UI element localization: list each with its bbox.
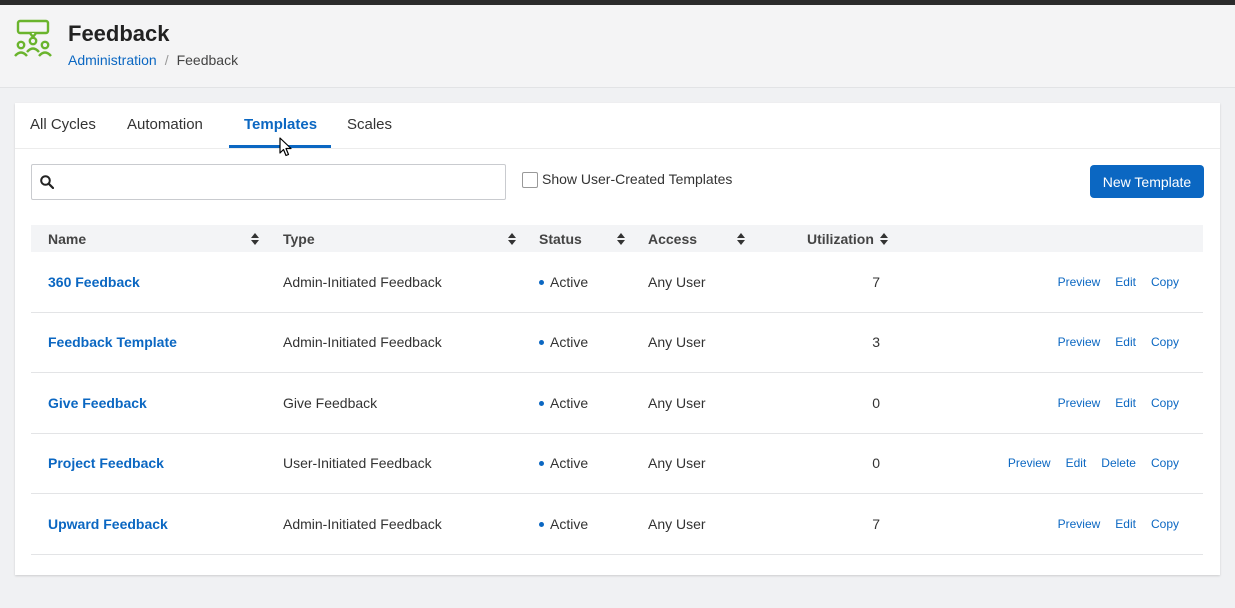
sort-icon[interactable]: [737, 233, 745, 245]
edit-link[interactable]: Edit: [1115, 335, 1136, 349]
template-name-link[interactable]: Project Feedback: [48, 455, 164, 471]
feedback-people-icon: [14, 19, 52, 57]
search-input[interactable]: [62, 165, 502, 201]
template-utilization: 0: [872, 455, 880, 471]
page-title: Feedback: [68, 21, 170, 46]
row-actions: Preview Edit Copy: [1043, 396, 1179, 410]
template-access: Any User: [648, 516, 706, 532]
show-user-created-label[interactable]: Show User-Created Templates: [542, 171, 732, 187]
breadcrumb: Administration / Feedback: [68, 52, 238, 68]
template-name-link[interactable]: Feedback Template: [48, 334, 177, 350]
template-access: Any User: [648, 455, 706, 471]
row-actions: Preview Edit Copy: [1043, 335, 1179, 349]
template-name-link[interactable]: Upward Feedback: [48, 516, 168, 532]
column-header-status[interactable]: Status: [539, 231, 582, 247]
column-header-utilization[interactable]: Utilization: [807, 231, 874, 247]
edit-link[interactable]: Edit: [1115, 396, 1136, 410]
template-type: Give Feedback: [283, 395, 378, 411]
template-utilization: 0: [872, 395, 880, 411]
copy-link[interactable]: Copy: [1151, 456, 1179, 470]
search-icon: [40, 175, 54, 189]
edit-link[interactable]: Edit: [1115, 275, 1136, 289]
status-label: Active: [550, 455, 589, 471]
row-actions: Preview Edit Copy: [1043, 517, 1179, 531]
status-label: Active: [550, 395, 589, 411]
template-type: Admin-Initiated Feedback: [283, 334, 442, 350]
status-dot-icon: [539, 521, 544, 527]
breadcrumb-separator: /: [164, 52, 169, 68]
template-utilization: 7: [872, 274, 880, 290]
copy-link[interactable]: Copy: [1151, 517, 1179, 531]
status-label: Active: [550, 516, 589, 532]
status-badge: Active: [539, 455, 588, 471]
status-badge: Active: [539, 516, 588, 532]
template-access: Any User: [648, 395, 706, 411]
breadcrumb-current: Feedback: [176, 52, 239, 68]
tab-automation[interactable]: Automation: [127, 116, 203, 133]
copy-link[interactable]: Copy: [1151, 275, 1179, 289]
template-type: Admin-Initiated Feedback: [283, 516, 442, 532]
row-actions: Preview Edit Delete Copy: [993, 456, 1179, 470]
status-label: Active: [550, 334, 589, 350]
sort-icon[interactable]: [508, 233, 516, 245]
sort-icon[interactable]: [251, 233, 259, 245]
preview-link[interactable]: Preview: [1058, 275, 1101, 289]
sort-icon[interactable]: [617, 233, 625, 245]
edit-link[interactable]: Edit: [1066, 456, 1087, 470]
tab-scales[interactable]: Scales: [347, 116, 392, 133]
status-dot-icon: [539, 460, 544, 466]
copy-link[interactable]: Copy: [1151, 335, 1179, 349]
breadcrumb-administration-link[interactable]: Administration: [68, 52, 157, 68]
new-template-button[interactable]: New Template: [1090, 165, 1204, 198]
mouse-cursor-icon: [279, 137, 292, 157]
template-name-link[interactable]: 360 Feedback: [48, 274, 140, 290]
preview-link[interactable]: Preview: [1058, 396, 1101, 410]
edit-link[interactable]: Edit: [1115, 517, 1136, 531]
column-header-name[interactable]: Name: [48, 231, 86, 247]
column-header-access[interactable]: Access: [648, 231, 697, 247]
status-badge: Active: [539, 395, 588, 411]
table-row: Upward Feedback Admin-Initiated Feedback…: [31, 494, 1203, 555]
template-access: Any User: [648, 274, 706, 290]
table-header: Name Type Status Access Utilization: [31, 225, 1203, 252]
status-dot-icon: [539, 400, 544, 406]
sort-icon[interactable]: [880, 233, 888, 245]
preview-link[interactable]: Preview: [1058, 335, 1101, 349]
table-row: Project Feedback User-Initiated Feedback…: [31, 433, 1203, 494]
column-header-type[interactable]: Type: [283, 231, 315, 247]
templates-card: All Cycles Automation Templates Scales S…: [15, 103, 1220, 575]
template-type: User-Initiated Feedback: [283, 455, 432, 471]
copy-link[interactable]: Copy: [1151, 396, 1179, 410]
row-actions: Preview Edit Copy: [1043, 275, 1179, 289]
tab-templates[interactable]: Templates: [244, 116, 317, 133]
delete-link[interactable]: Delete: [1101, 456, 1136, 470]
template-access: Any User: [648, 334, 706, 350]
tab-bar: All Cycles Automation Templates Scales: [15, 103, 1220, 149]
preview-link[interactable]: Preview: [1058, 517, 1101, 531]
preview-link[interactable]: Preview: [1008, 456, 1051, 470]
table-row: Feedback Template Admin-Initiated Feedba…: [31, 312, 1203, 373]
template-utilization: 7: [872, 516, 880, 532]
table-row: 360 Feedback Admin-Initiated Feedback Ac…: [31, 252, 1203, 313]
tab-all-cycles[interactable]: All Cycles: [30, 116, 96, 133]
template-utilization: 3: [872, 334, 880, 350]
status-badge: Active: [539, 334, 588, 350]
show-user-created-checkbox[interactable]: [522, 172, 538, 188]
template-type: Admin-Initiated Feedback: [283, 274, 442, 290]
status-dot-icon: [539, 339, 544, 345]
table-row: Give Feedback Give Feedback Active Any U…: [31, 373, 1203, 434]
search-box[interactable]: [31, 164, 506, 201]
status-badge: Active: [539, 274, 588, 290]
page-header: Feedback Administration / Feedback: [0, 5, 1235, 88]
status-dot-icon: [539, 279, 544, 285]
template-name-link[interactable]: Give Feedback: [48, 395, 147, 411]
status-label: Active: [550, 274, 589, 290]
